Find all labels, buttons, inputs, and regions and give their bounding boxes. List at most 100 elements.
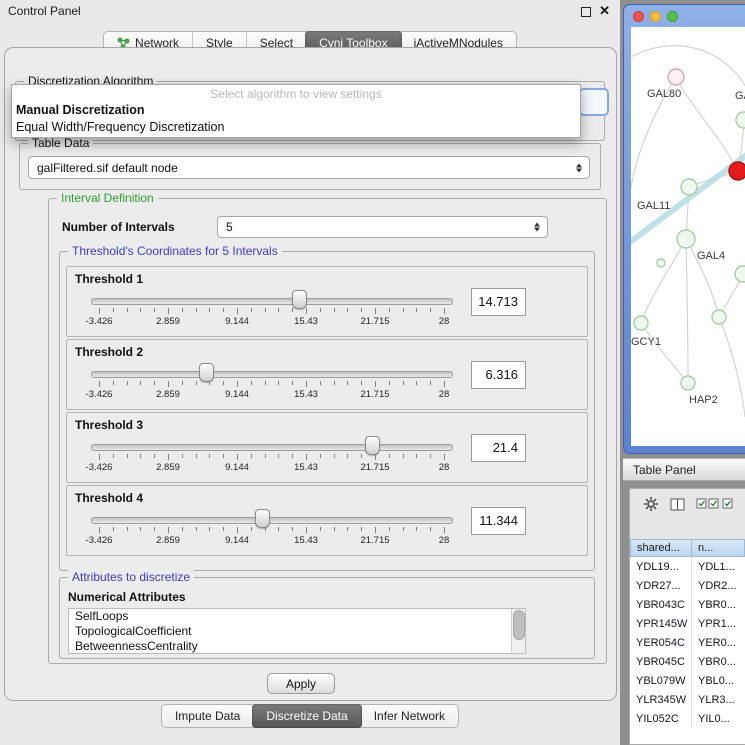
table-row[interactable]: YIL052CYIL0... (630, 709, 745, 728)
list-item[interactable]: BetweennessCentrality (69, 639, 525, 654)
list-item[interactable]: SelfLoops (69, 609, 525, 624)
algorithm-combobox-fragment[interactable] (579, 88, 609, 116)
titlebar[interactable]: Control Panel ✕ (0, 0, 620, 22)
table-cell: YBR043C (630, 595, 692, 614)
network-node[interactable] (634, 316, 648, 330)
slider-track[interactable] (91, 371, 453, 378)
slider-track[interactable] (91, 517, 453, 524)
tick-mark (306, 527, 307, 533)
threshold-value-box[interactable]: 21.4 (471, 434, 526, 462)
table-row[interactable]: YBR045CYBR0... (630, 652, 745, 671)
tick-mark (389, 381, 390, 385)
scale-label: 9.144 (225, 535, 249, 546)
table-row[interactable]: YER054CYER0... (630, 633, 745, 652)
dropdown-option[interactable]: Manual Discretization (12, 102, 580, 119)
network-node[interactable] (657, 259, 665, 267)
list-item[interactable]: TopologicalCoefficient (69, 624, 525, 639)
tab-impute-data[interactable]: Impute Data (162, 705, 253, 727)
network-node[interactable] (681, 179, 697, 195)
tick-mark (168, 527, 169, 533)
tick-mark (168, 381, 169, 387)
table-row[interactable]: YPR145WYPR1... (630, 614, 745, 633)
table-row[interactable]: YLR345WYLR3... (630, 690, 745, 709)
tick-mark (113, 308, 114, 312)
group-title-table-data: Table Data (28, 136, 93, 150)
tick-mark (223, 308, 224, 312)
tab-label: Discretize Data (266, 709, 347, 723)
restore-icon[interactable] (581, 7, 591, 17)
slider-thumb[interactable] (292, 290, 307, 309)
network-canvas[interactable]: GAL80GAGAL11GAL4GCY1HAP2 (631, 27, 745, 446)
slider-thumb[interactable] (365, 436, 380, 455)
tick-mark (182, 381, 183, 385)
tick-mark (154, 527, 155, 531)
table-row[interactable]: YBL079WYBL0... (630, 671, 745, 690)
tick-mark (154, 308, 155, 312)
network-view-window[interactable]: GAL80GAGAL11GAL4GCY1HAP2 (623, 4, 745, 454)
table-cell: YDR2... (692, 576, 737, 595)
tick-mark (237, 454, 238, 460)
tick-mark (113, 454, 114, 458)
list-scrollbar[interactable] (511, 609, 525, 653)
threshold-value-box[interactable]: 14.713 (471, 288, 526, 316)
table-panel-header[interactable]: Table Panel (623, 458, 745, 481)
scale-label: 28 (439, 389, 450, 400)
threshold-panel: Threshold 1 -3.4262.8599.14415.4321.7152… (66, 266, 588, 337)
tick-mark (196, 527, 197, 531)
slider-track[interactable] (91, 444, 453, 451)
table-row[interactable]: YDL19...YDL1... (630, 557, 745, 576)
scale-label: 21.715 (360, 389, 389, 400)
scale-label: 9.144 (225, 389, 249, 400)
attributes-group: Attributes to discretize Numerical Attri… (59, 577, 595, 659)
tick-mark (182, 308, 183, 312)
slider-thumb[interactable] (199, 363, 214, 382)
slider-track[interactable] (91, 298, 453, 305)
columns-icon[interactable] (670, 498, 685, 511)
threshold-label: Threshold 3 (75, 418, 143, 432)
apply-button[interactable]: Apply (267, 673, 335, 694)
network-node[interactable] (712, 310, 726, 324)
network-node[interactable] (668, 69, 684, 85)
tick-mark (140, 308, 141, 312)
network-node[interactable] (735, 266, 745, 282)
node-label: GCY1 (631, 336, 661, 348)
threshold-value-box[interactable]: 6.316 (471, 361, 526, 389)
column-header[interactable]: n... (692, 539, 745, 557)
tick-mark (347, 381, 348, 385)
network-window-titlebar[interactable] (624, 5, 745, 27)
select-rows-checkboxes-icon[interactable] (696, 498, 734, 510)
tick-mark (444, 381, 445, 387)
column-header[interactable]: shared... (630, 539, 692, 557)
scrollbar-thumb[interactable] (513, 610, 525, 640)
num-intervals-combobox[interactable]: 5 (217, 216, 548, 238)
tab-discretize-data[interactable]: Discretize Data (252, 704, 361, 728)
tick-mark (306, 381, 307, 387)
network-node[interactable] (681, 376, 695, 390)
table-cell: YBR0... (692, 652, 736, 671)
table-row[interactable]: YDR27...YDR2... (630, 576, 745, 595)
tick-mark (361, 308, 362, 312)
network-node[interactable] (677, 230, 695, 248)
threshold-value-box[interactable]: 11.344 (471, 507, 526, 535)
slider-thumb[interactable] (255, 509, 270, 528)
group-title-attributes: Attributes to discretize (68, 570, 194, 584)
scale-label: 9.144 (225, 462, 249, 473)
node-label: GAL11 (637, 200, 670, 212)
tick-mark (140, 381, 141, 385)
network-node[interactable] (736, 112, 745, 128)
table-row[interactable]: YBR043CYBR0... (630, 595, 745, 614)
tab-infer-network[interactable]: Infer Network (361, 705, 458, 727)
minimize-traffic-light-icon[interactable] (650, 11, 661, 22)
zoom-traffic-light-icon[interactable] (667, 11, 678, 22)
tick-mark (196, 381, 197, 385)
tick-mark (320, 527, 321, 531)
settings-gear-icon[interactable] (643, 496, 659, 512)
tick-mark (127, 308, 128, 312)
table-data-combobox[interactable]: galFiltered.sif default node (28, 156, 590, 179)
close-traffic-light-icon[interactable] (633, 11, 644, 22)
dropdown-option[interactable]: Equal Width/Frequency Discretization (12, 119, 580, 136)
network-node[interactable] (729, 162, 745, 180)
close-icon[interactable]: ✕ (599, 3, 610, 19)
tick-mark (292, 527, 293, 531)
cyni-toolbox-panel: Discretization Algorithm Select algorith… (4, 47, 617, 701)
